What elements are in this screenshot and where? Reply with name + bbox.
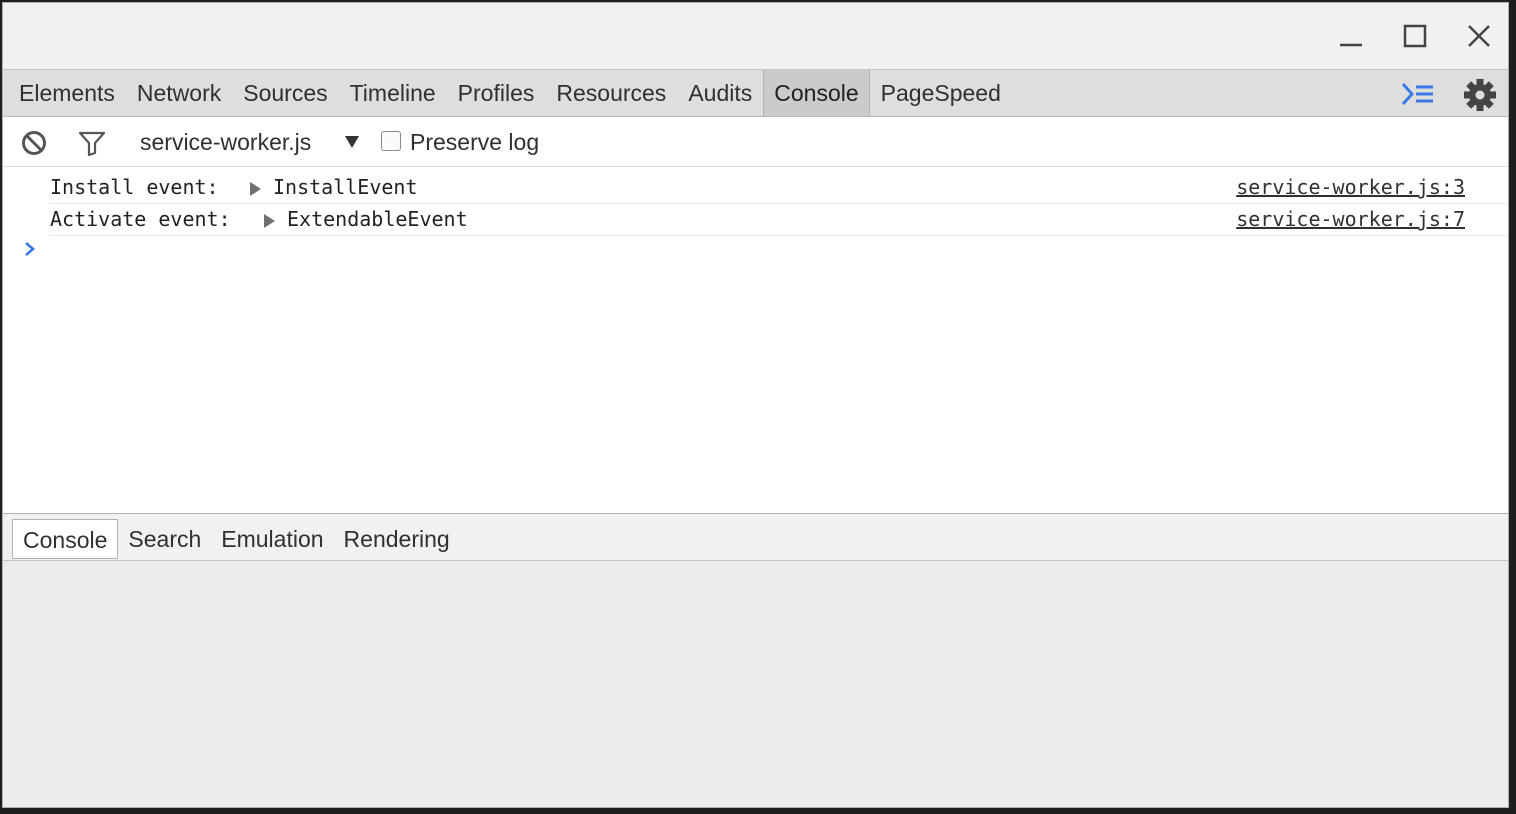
gear-icon	[1464, 79, 1496, 111]
source-link[interactable]: service-worker.js:3	[1236, 171, 1465, 203]
drawer-tabs: Console Search Emulation Rendering	[12, 519, 460, 559]
clear-console-button[interactable]	[20, 129, 48, 157]
maximize-button[interactable]	[1398, 19, 1432, 53]
close-button[interactable]	[1462, 19, 1496, 53]
drawer-tab-search[interactable]: Search	[118, 519, 211, 559]
drawer-tab-bar: Console Search Emulation Rendering	[3, 513, 1508, 561]
tab-timeline[interactable]: Timeline	[339, 70, 447, 116]
drawer-tab-console[interactable]: Console	[12, 519, 119, 559]
tab-pagespeed[interactable]: PageSpeed	[870, 70, 1012, 116]
tab-resources[interactable]: Resources	[545, 70, 677, 116]
tab-elements[interactable]: Elements	[8, 70, 126, 116]
clear-icon	[22, 131, 46, 155]
object-preview[interactable]: InstallEvent	[273, 171, 418, 203]
console-message: Activate event: ExtendableEvent service-…	[50, 203, 1508, 236]
close-icon	[1468, 25, 1490, 47]
tab-console[interactable]: Console	[763, 70, 870, 116]
drawer-tab-rendering[interactable]: Rendering	[334, 519, 460, 559]
minimize-button[interactable]	[1334, 19, 1368, 53]
console-drawer-icon	[1401, 82, 1433, 106]
preserve-log-checkbox[interactable]	[381, 131, 401, 151]
prompt-chevron-icon	[23, 240, 37, 258]
console-message: Install event: InstallEvent service-work…	[50, 171, 1508, 204]
tab-network[interactable]: Network	[126, 70, 232, 116]
title-bar	[3, 3, 1508, 69]
show-drawer-button[interactable]	[1400, 80, 1436, 108]
message-text: Activate event:	[50, 207, 243, 231]
source-link[interactable]: service-worker.js:7	[1236, 203, 1465, 235]
tab-audits[interactable]: Audits	[677, 70, 763, 116]
panel-tab-bar: Elements Network Sources Timeline Profil…	[3, 69, 1508, 117]
drawer-content	[3, 561, 1508, 807]
object-preview[interactable]: ExtendableEvent	[287, 203, 468, 235]
settings-button[interactable]	[1463, 78, 1497, 112]
tab-profiles[interactable]: Profiles	[447, 70, 546, 116]
console-messages: Install event: InstallEvent service-work…	[3, 167, 1508, 513]
expand-triangle-icon[interactable]	[250, 182, 261, 196]
preserve-log-label[interactable]: Preserve log	[410, 117, 539, 167]
expand-triangle-icon[interactable]	[264, 214, 275, 228]
dropdown-arrow-icon[interactable]	[343, 133, 361, 151]
minimize-icon	[1340, 43, 1362, 47]
execution-context-select[interactable]: service-worker.js	[140, 117, 311, 167]
filter-button[interactable]	[78, 129, 106, 157]
filter-icon	[78, 131, 106, 157]
message-text: Install event:	[50, 175, 231, 199]
maximize-icon	[1403, 24, 1427, 48]
console-prompt-input[interactable]	[50, 237, 1498, 265]
drawer-tab-emulation[interactable]: Emulation	[211, 519, 333, 559]
devtools-window: Elements Network Sources Timeline Profil…	[2, 2, 1509, 808]
tab-sources[interactable]: Sources	[232, 70, 338, 116]
panel-tabs: Elements Network Sources Timeline Profil…	[8, 70, 1012, 116]
console-toolbar: service-worker.js Preserve log	[3, 117, 1508, 167]
